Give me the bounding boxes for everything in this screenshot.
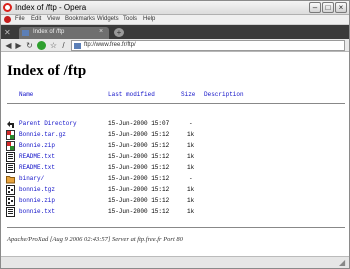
file-link[interactable]: README.txt: [19, 164, 55, 171]
menu-edit[interactable]: Edit: [31, 16, 41, 22]
file-size: 1k: [187, 208, 195, 215]
text-file-icon: [6, 207, 15, 217]
opera-logo-icon: [3, 3, 12, 12]
table-row: bonnie.tgz 15-Jun-2000 15:12 1k: [1, 185, 349, 196]
reload-icon[interactable]: ↻: [25, 41, 34, 50]
browser-window: Index of /ftp - Opera – □ × File Edit Vi…: [0, 0, 350, 269]
file-size: 1k: [187, 142, 195, 149]
new-tab-button[interactable]: +: [114, 28, 124, 37]
text-file-icon: [6, 163, 15, 173]
menu-tools[interactable]: Tools: [123, 16, 137, 22]
tab-index-ftp[interactable]: Index of /ftp ×: [19, 27, 109, 39]
title-bar: Index of /ftp - Opera – □ ×: [1, 1, 349, 15]
wand-icon[interactable]: /: [59, 41, 68, 50]
modified-date: 15-Jun-2000 15:12: [108, 131, 170, 138]
modified-date: 15-Jun-2000 15:12: [108, 142, 170, 149]
forward-icon[interactable]: ▶: [14, 41, 23, 50]
tab-menu-icon[interactable]: ✕: [4, 28, 14, 37]
table-row: bonnie.txt 15-Jun-2000 15:12 1k: [1, 207, 349, 218]
file-link[interactable]: binary/: [19, 175, 44, 182]
table-row: bonnie.zip 15-Jun-2000 15:12 1k: [1, 196, 349, 207]
maximize-button[interactable]: □: [322, 2, 334, 13]
column-description-link[interactable]: Description: [204, 91, 244, 98]
binary-file-icon: [6, 196, 15, 206]
table-row: Parent Directory 15-Jun-2000 15:07 -: [1, 119, 349, 130]
address-field[interactable]: ftp://www.free.fr/ftp/: [71, 40, 345, 51]
table-row: README.txt 15-Jun-2000 15:12 1k: [1, 163, 349, 174]
table-row: Bonnie.zip 15-Jun-2000 15:12 1k: [1, 141, 349, 152]
status-bar: ◢: [1, 256, 349, 268]
modified-date: 15-Jun-2000 15:12: [108, 153, 170, 160]
folder-icon: [6, 176, 15, 184]
opera-menu-icon[interactable]: [4, 16, 11, 23]
page-icon: [74, 43, 81, 49]
divider: [7, 103, 345, 104]
file-link[interactable]: README.txt: [19, 153, 55, 160]
file-link[interactable]: bonnie.zip: [19, 197, 55, 204]
table-row: README.txt 15-Jun-2000 15:12 1k: [1, 152, 349, 163]
back-icon[interactable]: ◀: [4, 41, 13, 50]
binary-file-icon: [6, 185, 15, 195]
file-link[interactable]: Bonnie.tar.gz: [19, 131, 66, 138]
file-size: 1k: [187, 131, 195, 138]
table-row: binary/ 15-Jun-2000 15:12 -: [1, 174, 349, 185]
compressed-file-icon: [6, 141, 15, 151]
tab-close-icon[interactable]: ×: [99, 28, 103, 35]
parent-dir-icon: [7, 121, 14, 128]
page-icon: [22, 30, 29, 36]
tab-label: Index of /ftp: [33, 29, 65, 35]
file-size: 1k: [187, 197, 195, 204]
file-link[interactable]: bonnie.tgz: [19, 186, 55, 193]
file-size: 1k: [187, 164, 195, 171]
address-text: ftp://www.free.fr/ftp/: [84, 42, 136, 48]
file-link[interactable]: Parent Directory: [19, 120, 77, 127]
modified-date: 15-Jun-2000 15:12: [108, 186, 170, 193]
column-name-link[interactable]: Name: [19, 91, 33, 98]
modified-date: 15-Jun-2000 15:07: [108, 120, 170, 127]
server-signature: Apache/ProXad [Aug 9 2006 02:43:57] Serv…: [7, 236, 183, 243]
page-title: Index of /ftp: [7, 63, 87, 79]
column-modified-link[interactable]: Last modified: [108, 91, 155, 98]
navigation-bar: ◀ ▶ ↻ ☆ / ftp://www.free.fr/ftp/: [1, 39, 349, 52]
table-row: Bonnie.tar.gz 15-Jun-2000 15:12 1k: [1, 130, 349, 141]
menu-file[interactable]: File: [15, 16, 25, 22]
bookmark-icon[interactable]: ☆: [49, 41, 58, 50]
close-button[interactable]: ×: [335, 2, 347, 13]
home-icon[interactable]: [37, 41, 46, 50]
file-link[interactable]: Bonnie.zip: [19, 142, 55, 149]
file-link[interactable]: bonnie.txt: [19, 208, 55, 215]
divider: [7, 227, 345, 228]
window-title: Index of /ftp - Opera: [15, 3, 87, 12]
menu-bookmarks[interactable]: Bookmarks: [65, 16, 95, 22]
tab-bar: ✕ Index of /ftp × +: [1, 25, 349, 39]
file-size: -: [189, 175, 193, 182]
menu-help[interactable]: Help: [143, 16, 155, 22]
modified-date: 15-Jun-2000 15:12: [108, 175, 170, 182]
resize-grip-icon[interactable]: ◢: [339, 259, 347, 267]
text-file-icon: [6, 152, 15, 162]
minimize-button[interactable]: –: [309, 2, 321, 13]
compressed-file-icon: [6, 130, 15, 140]
page-content: Index of /ftp Name Last modified Size De…: [1, 53, 349, 256]
modified-date: 15-Jun-2000 15:12: [108, 164, 170, 171]
column-size-link[interactable]: Size: [181, 91, 195, 98]
menu-view[interactable]: View: [47, 16, 60, 22]
file-size: 1k: [187, 186, 195, 193]
file-size: -: [189, 120, 193, 127]
modified-date: 15-Jun-2000 15:12: [108, 208, 170, 215]
menu-widgets[interactable]: Widgets: [97, 16, 119, 22]
file-size: 1k: [187, 153, 195, 160]
modified-date: 15-Jun-2000 15:12: [108, 197, 170, 204]
menu-bar: File Edit View Bookmarks Widgets Tools H…: [1, 15, 349, 25]
